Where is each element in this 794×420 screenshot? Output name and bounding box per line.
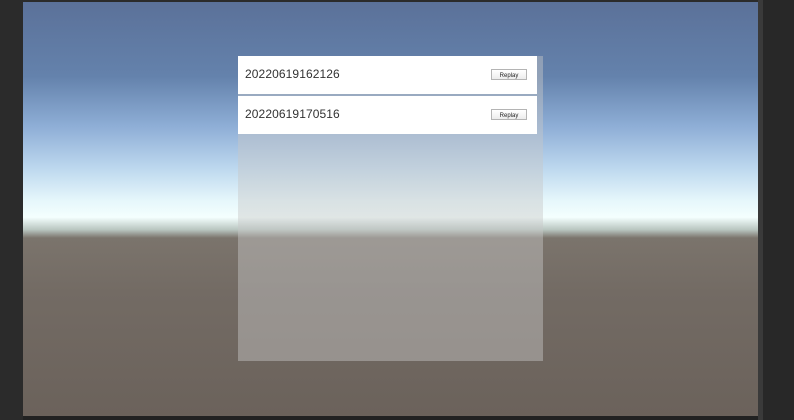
replay-list-item: 20220619162126 Replay	[238, 56, 537, 94]
game-view: 20220619162126 Replay 20220619170516 Rep…	[23, 2, 758, 416]
editor-frame: 20220619162126 Replay 20220619170516 Rep…	[0, 0, 794, 420]
record-name: 20220619162126	[245, 67, 340, 81]
replay-button[interactable]: Replay	[491, 69, 527, 80]
record-name: 20220619170516	[245, 107, 340, 121]
replay-button[interactable]: Replay	[491, 109, 527, 120]
replay-list-item: 20220619170516 Replay	[238, 96, 537, 134]
replay-list-panel[interactable]: 20220619162126 Replay 20220619170516 Rep…	[238, 56, 543, 361]
side-panel	[763, 0, 794, 420]
game-view-bottom-border	[23, 416, 758, 420]
